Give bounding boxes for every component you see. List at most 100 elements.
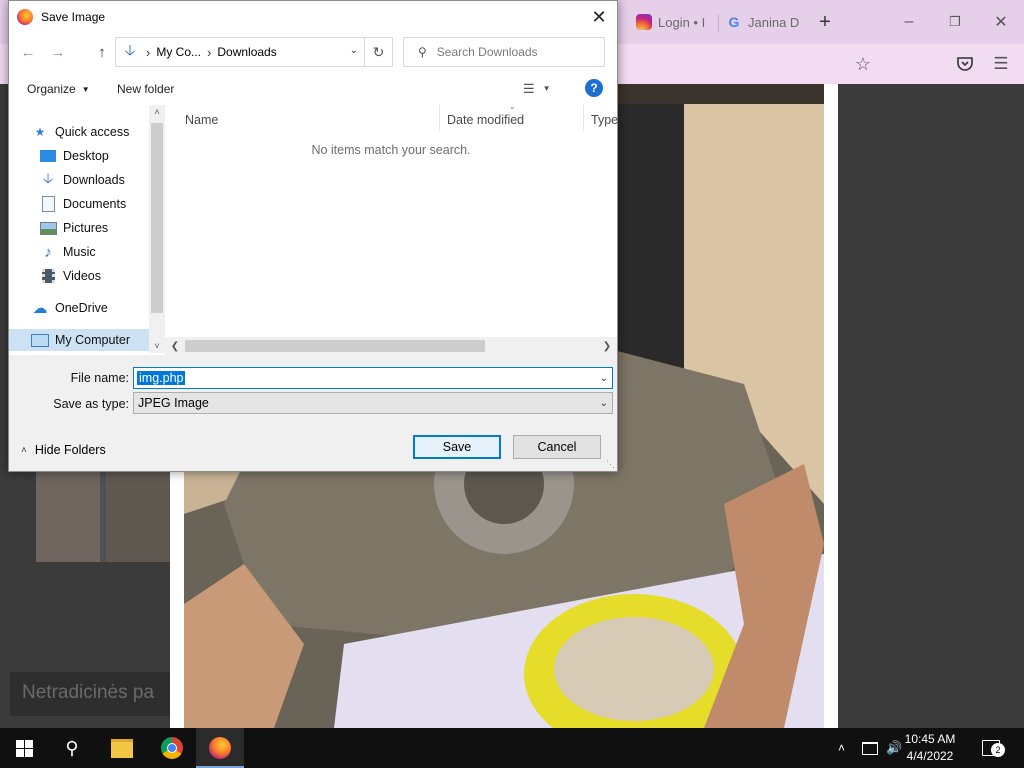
nav-label: Documents: [63, 197, 127, 211]
tab-divider: [718, 14, 719, 32]
tab-title: Janina D: [748, 14, 800, 30]
chevron-up-icon: ˄: [21, 444, 27, 456]
pocket-icon[interactable]: [950, 50, 980, 78]
document-icon: [39, 196, 57, 212]
breadcrumb-parent[interactable]: My Co...: [156, 45, 201, 59]
nav-label: Quick access: [55, 125, 130, 139]
new-folder-button[interactable]: New folder: [117, 82, 174, 96]
file-name-field[interactable]: img.php ⌄: [133, 367, 613, 389]
file-list-scrollbar[interactable]: ❮ ❯: [165, 337, 617, 355]
nav-item-onedrive[interactable]: ☁ OneDrive: [9, 297, 171, 319]
chrome-glyph: [161, 737, 183, 759]
dropdown-arrow-icon: ▼: [81, 84, 90, 94]
system-clock[interactable]: 10:45 AM 4/4/2022: [898, 731, 962, 765]
forward-arrow-icon[interactable]: →: [47, 41, 69, 63]
bookmark-star-icon[interactable]: ☆: [848, 50, 878, 78]
hide-folders-toggle[interactable]: ˄ Hide Folders: [21, 443, 106, 457]
cancel-button[interactable]: Cancel: [513, 435, 601, 459]
file-explorer-icon[interactable]: [98, 728, 146, 768]
resize-grip-icon[interactable]: ⋱: [606, 459, 615, 470]
thumbnail-card[interactable]: [36, 470, 170, 562]
scroll-left-icon[interactable]: ❮: [167, 337, 183, 355]
sort-indicator-icon: ⌄: [509, 102, 516, 111]
back-arrow-icon[interactable]: ←: [17, 41, 39, 63]
chevron-down-icon[interactable]: ⌄: [350, 45, 358, 56]
network-icon[interactable]: [862, 728, 878, 768]
new-folder-label: New folder: [117, 82, 175, 96]
windows-logo: [15, 739, 33, 757]
browser-tab[interactable]: G Janina D: [726, 8, 800, 36]
search-icon[interactable]: ⚲: [48, 728, 96, 768]
file-name-value: img.php: [137, 371, 186, 385]
save-image-dialog: Save Image ✕ ← → ↑ 🡣 › My Co... › Downlo…: [8, 0, 618, 472]
windows-start-icon[interactable]: [0, 728, 48, 768]
taskbar: ⚲ ˄ 🔊 10:45 AM 4/4/2022 2: [0, 728, 1024, 768]
column-divider[interactable]: [583, 105, 584, 131]
tab-title: Login • I: [658, 14, 706, 30]
show-hidden-icons-icon[interactable]: ˄: [838, 728, 845, 768]
address-bar[interactable]: 🡣 › My Co... › Downloads ⌄: [115, 37, 365, 67]
save-type-value: JPEG Image: [138, 396, 209, 410]
video-icon: [39, 268, 57, 284]
nav-item-my-computer[interactable]: My Computer: [9, 329, 171, 351]
save-button[interactable]: Save: [413, 435, 501, 459]
dialog-titlebar[interactable]: Save Image ✕: [9, 1, 617, 33]
scroll-right-icon[interactable]: ❯: [599, 337, 615, 355]
thumbnail-image: [36, 470, 100, 562]
nav-label: Downloads: [63, 173, 125, 187]
organize-button[interactable]: Organize ▼: [27, 82, 90, 96]
empty-message: No items match your search.: [311, 143, 471, 157]
column-header-type[interactable]: Type: [591, 109, 618, 131]
breadcrumb-current[interactable]: Downloads: [217, 45, 276, 59]
organize-label: Organize: [27, 82, 76, 96]
chevron-down-icon[interactable]: ⌄: [600, 373, 608, 384]
desktop-icon: [39, 148, 57, 164]
file-name-label: File name:: [70, 371, 129, 385]
minimize-button[interactable]: –: [894, 8, 924, 36]
column-header-name[interactable]: Name: [185, 109, 218, 131]
scroll-down-icon[interactable]: ˅: [149, 339, 165, 353]
new-tab-button[interactable]: +: [810, 8, 840, 36]
notification-center-icon[interactable]: 2: [982, 728, 1005, 768]
dropdown-arrow-icon: ▼: [542, 84, 551, 93]
nav-label: My Computer: [55, 333, 131, 347]
pictures-icon: [39, 220, 57, 236]
navigation-pane: ★ Quick access Desktop 📌 🡣 Downloads 📌 D…: [9, 105, 175, 353]
search-input[interactable]: ⚲ Search Downloads: [403, 37, 605, 67]
chevron-down-icon: ⌄: [599, 397, 608, 409]
music-icon: ♪: [44, 243, 52, 261]
computer-icon: [31, 332, 49, 348]
file-list[interactable]: Name Date modified ⌄ Type No items match…: [165, 102, 618, 337]
column-divider[interactable]: [439, 105, 440, 131]
folder-glyph: [111, 738, 133, 758]
column-header-date-modified[interactable]: Date modified: [447, 109, 524, 131]
clock-date: 4/4/2022: [906, 749, 954, 763]
view-options[interactable]: ☰ ▼: [523, 81, 551, 97]
save-type-label: Save as type:: [53, 397, 129, 411]
scroll-up-icon[interactable]: ˄: [149, 105, 165, 119]
firefox-icon[interactable]: [196, 728, 244, 768]
refresh-icon[interactable]: ↻: [365, 37, 393, 67]
browser-tab[interactable]: Login • I: [636, 8, 705, 36]
scrollbar-thumb[interactable]: [185, 340, 485, 352]
hide-folders-label: Hide Folders: [34, 443, 106, 457]
close-dialog-button[interactable]: ✕: [585, 3, 613, 31]
dialog-title: Save Image: [41, 10, 106, 24]
search-icon: ⚲: [418, 45, 427, 59]
chrome-icon[interactable]: [148, 728, 196, 768]
nav-scrollbar[interactable]: ˄ ˅: [149, 105, 165, 353]
nav-item-quick-access[interactable]: ★ Quick access: [9, 121, 171, 143]
restore-button[interactable]: ❐: [940, 8, 970, 36]
close-window-button[interactable]: ✕: [986, 8, 1016, 36]
search-placeholder: Search Downloads: [436, 45, 538, 59]
star-icon: ★: [34, 125, 46, 139]
hamburger-menu-icon[interactable]: ☰: [986, 50, 1016, 78]
details-view-icon: ☰: [523, 81, 535, 96]
save-type-select[interactable]: JPEG Image ⌄: [133, 392, 613, 414]
clock-time: 10:45 AM: [904, 732, 956, 746]
up-arrow-icon[interactable]: ↑: [91, 41, 113, 63]
breadcrumb-separator-icon: ›: [146, 44, 151, 60]
help-icon[interactable]: ?: [585, 79, 603, 97]
scrollbar-thumb[interactable]: [151, 123, 163, 313]
firefox-icon: [17, 9, 33, 25]
